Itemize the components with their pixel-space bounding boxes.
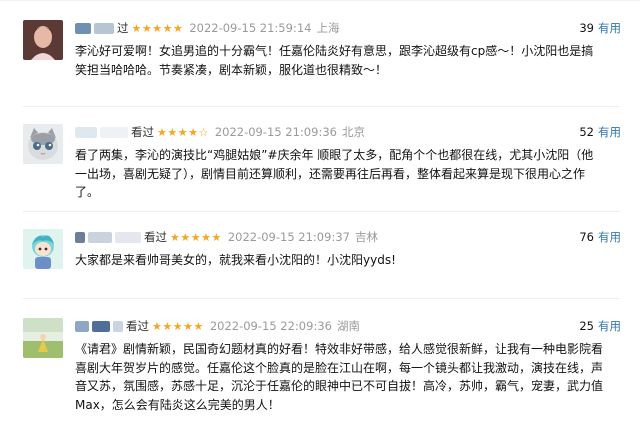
review-time: 2022-09-15 21:09:36 [214, 125, 337, 139]
review-content: 大家都是来看帅哥美女的，就我来看小沈阳的！小沈阳yyds! [75, 253, 396, 267]
review-meta: 看过 ★★★★★ 2022-09-15 22:09:36 湖南 [75, 318, 360, 334]
useful-button[interactable]: 有用 [598, 124, 621, 140]
vote-area: 76 有用 [579, 229, 621, 245]
review-divider [23, 211, 620, 212]
vote-count: 76 [579, 230, 594, 244]
avatar[interactable] [23, 124, 63, 164]
avatar[interactable] [23, 318, 63, 358]
avatar-photo-icon [23, 20, 63, 60]
review-location: 上海 [316, 21, 340, 35]
watch-status: 看过 [126, 319, 149, 333]
username-blurred[interactable] [113, 320, 123, 332]
star-rating: ★★★★☆ [157, 125, 209, 139]
review-time: 2022-09-15 22:09:36 [209, 319, 332, 333]
review-content: 看了两集，李沁的演技比“鸡腿姑娘”#庆余年 顺眼了太多，配角个个也都很在线，尤其… [75, 148, 594, 199]
landscape-avatar-icon [23, 318, 63, 358]
username-blurred[interactable] [75, 22, 91, 34]
username-blurred[interactable] [88, 231, 112, 243]
vote-area: 25 有用 [579, 318, 621, 334]
vote-area: 52 有用 [579, 124, 621, 140]
top-divider [0, 0, 640, 1]
review-divider [23, 106, 620, 107]
watch-status: 过 [117, 21, 129, 35]
username-blurred[interactable] [115, 231, 141, 243]
username-blurred[interactable] [94, 22, 114, 34]
username-blurred[interactable] [75, 126, 97, 138]
vote-count: 52 [579, 125, 594, 139]
star-rating: ★★★★★ [170, 230, 222, 244]
cartoon-avatar-icon [23, 229, 63, 269]
review-divider [23, 298, 620, 299]
review-content: 李沁好可爱啊！女追男追的十分霸气！任嘉伦陆炎好有意思，跟李沁超级有cp感～！小沈… [75, 44, 594, 77]
username-blurred[interactable] [75, 320, 89, 332]
review-content: 《请君》剧情新颖，民国奇幻题材真的好看！特效非好带感，给人感觉很新鲜，让我有一种… [75, 342, 604, 412]
review-time: 2022-09-15 21:09:37 [227, 230, 350, 244]
review-meta: 看过 ★★★★☆ 2022-09-15 21:09:36 北京 [75, 124, 365, 140]
review-location: 北京 [341, 125, 365, 139]
cat-avatar-icon [23, 124, 63, 164]
review-meta: 看过 ★★★★★ 2022-09-15 21:09:37 吉林 [75, 229, 378, 245]
vote-count: 25 [579, 319, 594, 333]
useful-button[interactable]: 有用 [598, 20, 621, 36]
vote-count: 39 [579, 21, 594, 35]
vote-area: 39 有用 [579, 20, 621, 36]
star-rating: ★★★★★ [131, 21, 184, 35]
watch-status: 看过 [131, 125, 154, 139]
watch-status: 看过 [144, 230, 167, 244]
avatar[interactable] [23, 20, 63, 60]
username-blurred[interactable] [100, 126, 128, 138]
star-rating: ★★★★★ [152, 319, 204, 333]
username-blurred[interactable] [75, 231, 85, 243]
review-location: 吉林 [354, 230, 378, 244]
useful-button[interactable]: 有用 [598, 318, 621, 334]
review-meta: 过 ★★★★★ 2022-09-15 21:59:14 上海 [75, 20, 339, 36]
username-blurred[interactable] [92, 320, 110, 332]
useful-button[interactable]: 有用 [598, 229, 621, 245]
review-location: 湖南 [336, 319, 360, 333]
review-time: 2022-09-15 21:59:14 [189, 21, 312, 35]
avatar[interactable] [23, 229, 63, 269]
